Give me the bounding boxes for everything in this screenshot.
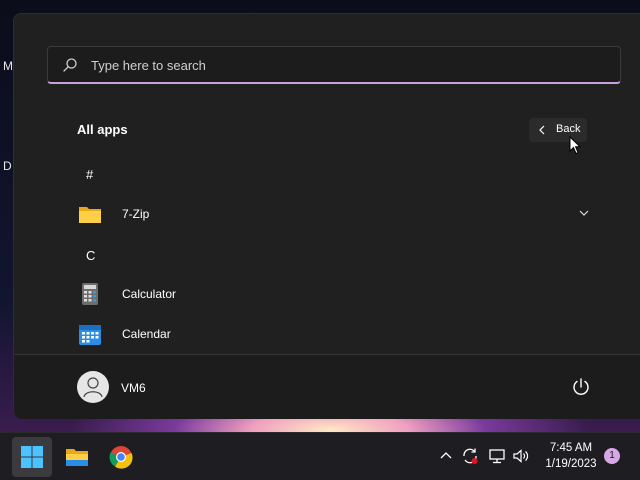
mouse-cursor-icon [569, 136, 581, 155]
chevron-up-icon[interactable] [437, 447, 455, 465]
search-input[interactable]: Type here to search [47, 46, 621, 84]
section-header-hash[interactable]: # [86, 167, 93, 182]
app-label: Calendar [122, 327, 171, 341]
power-icon[interactable] [571, 377, 591, 397]
app-item-7zip[interactable]: 7-Zip [77, 200, 597, 228]
chrome-icon [109, 446, 133, 469]
back-label: Back [556, 123, 581, 135]
taskbar-clock[interactable]: 7:45 AM 1/19/2023 [538, 440, 604, 472]
clock-time: 7:45 AM [549, 442, 593, 454]
all-apps-title: All apps [77, 122, 128, 137]
user-bar: VM6 [14, 355, 640, 419]
app-item-calculator[interactable]: Calculator [77, 280, 597, 308]
section-header-c[interactable]: C [86, 248, 95, 263]
search-icon [63, 58, 77, 72]
search-placeholder: Type here to search [91, 58, 206, 73]
desktop-icon-label[interactable]: D [3, 159, 12, 173]
start-button[interactable] [12, 437, 52, 477]
clock-date: 1/19/2023 [545, 458, 597, 470]
chevron-left-icon [539, 125, 545, 135]
start-menu: Type here to search All apps Back # 7-Zi… [13, 13, 640, 419]
calculator-icon [82, 283, 98, 305]
volume-icon[interactable] [512, 447, 530, 465]
notification-badge[interactable]: 1 [604, 448, 620, 464]
calendar-icon [79, 325, 101, 345]
chrome-button[interactable] [101, 437, 141, 477]
network-icon[interactable] [488, 447, 506, 465]
app-label: Calculator [122, 287, 177, 301]
chevron-down-icon[interactable] [579, 210, 589, 217]
user-avatar-icon[interactable] [77, 371, 109, 403]
app-label: 7-Zip [122, 207, 150, 221]
folder-icon [79, 207, 101, 223]
taskbar: 7:45 AM 1/19/2023 1 [0, 432, 640, 480]
file-explorer-icon [66, 449, 88, 466]
desktop-icon-label[interactable]: M [3, 59, 13, 73]
user-name[interactable]: VM6 [121, 381, 146, 395]
file-explorer-button[interactable] [57, 437, 97, 477]
sync-icon[interactable] [461, 447, 479, 465]
windows-start-icon [21, 446, 43, 468]
app-item-calendar[interactable]: Calendar [77, 320, 597, 348]
